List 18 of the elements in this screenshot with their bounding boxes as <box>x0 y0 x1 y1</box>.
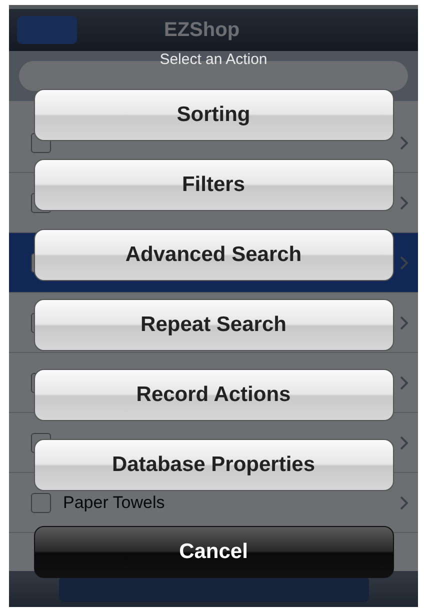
chevron-icon <box>400 316 408 330</box>
chevron-icon <box>400 256 408 270</box>
row-label: Paper Towels <box>63 492 166 512</box>
chevron-icon <box>400 376 408 390</box>
action-button[interactable]: Advanced Search <box>34 229 394 281</box>
action-button[interactable]: Repeat Search <box>34 299 394 351</box>
action-button[interactable]: Record Actions <box>34 369 394 421</box>
action-button[interactable]: Sorting <box>34 89 394 141</box>
action-button[interactable]: Filters <box>34 159 394 211</box>
action-button[interactable]: Database Properties <box>34 439 394 491</box>
action-sheet-title: Select an Action <box>160 51 268 68</box>
chevron-icon <box>400 496 408 510</box>
checkbox[interactable] <box>31 492 51 512</box>
chevron-icon <box>400 136 408 150</box>
navigation-title: EZShop <box>164 18 240 42</box>
chevron-icon <box>400 436 408 450</box>
chevron-icon <box>400 196 408 210</box>
cancel-button[interactable]: Cancel <box>34 526 394 578</box>
